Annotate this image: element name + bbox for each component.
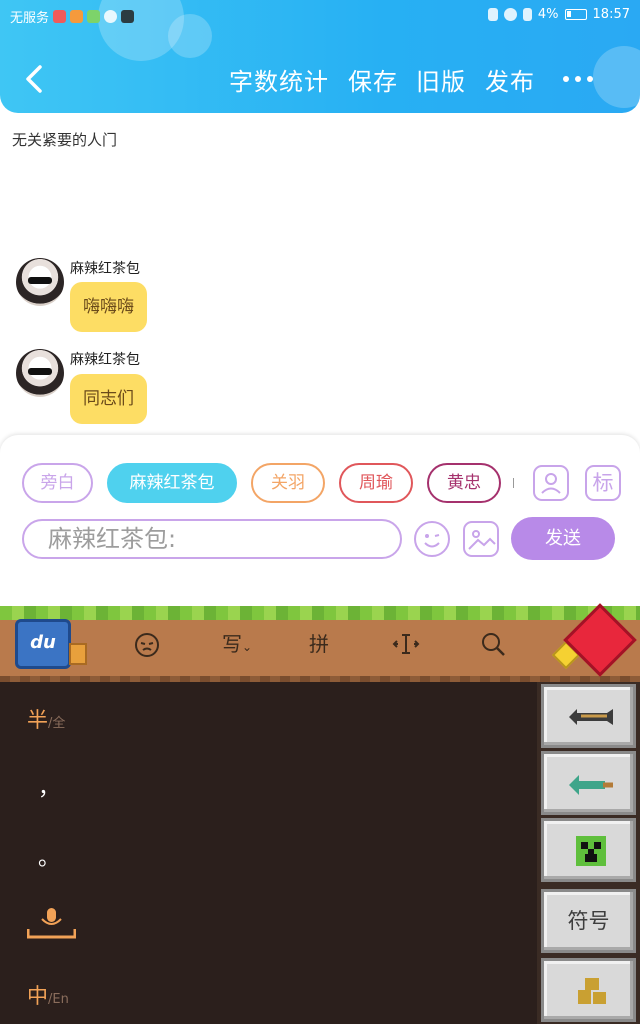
- keyboard-grass-decor: [0, 606, 640, 620]
- emoji-icon[interactable]: [414, 521, 450, 557]
- chevron-down-icon: ⌄: [242, 640, 253, 654]
- carrier-text: 无服务: [10, 11, 50, 26]
- handwriting-label: 写: [222, 632, 242, 656]
- emoji-creeper-key[interactable]: [541, 818, 636, 882]
- battery-icon: [564, 9, 587, 20]
- role-chip-active[interactable]: 麻辣红茶包: [107, 463, 237, 503]
- symbols-key[interactable]: 符号: [541, 889, 636, 953]
- arrow-enter-icon: [569, 775, 613, 795]
- microphone-icon[interactable]: [27, 907, 76, 939]
- message-bubble[interactable]: 同志们: [70, 374, 147, 424]
- chip-divider: [513, 478, 514, 488]
- sim-icon: [522, 8, 532, 21]
- tag-button[interactable]: 标: [585, 465, 621, 501]
- chinese-label: 中: [27, 984, 48, 1008]
- numbers-key[interactable]: [541, 958, 636, 1022]
- wifi-icon: [503, 8, 517, 21]
- period-key[interactable]: 。: [38, 840, 60, 872]
- avatar[interactable]: [16, 258, 64, 306]
- publish-button[interactable]: 发布: [485, 62, 535, 97]
- music-app-icon: [87, 10, 101, 23]
- back-arrow-icon[interactable]: [22, 64, 48, 94]
- language-toggle[interactable]: 中/En: [27, 980, 69, 1010]
- baidu-ime-logo[interactable]: du: [15, 619, 71, 669]
- avatar[interactable]: [16, 349, 64, 397]
- pinyin-button[interactable]: 拼: [309, 628, 329, 657]
- word-count-button[interactable]: 字数统计: [229, 62, 329, 97]
- half-full-width-toggle[interactable]: 半/全: [27, 704, 65, 734]
- message-bubble[interactable]: 嗨嗨嗨: [70, 282, 147, 332]
- role-chip-zhouyu[interactable]: 周瑜: [339, 463, 413, 503]
- message-input[interactable]: 麻辣红茶包:: [22, 519, 402, 559]
- search-icon[interactable]: [479, 630, 507, 658]
- role-manage-icon[interactable]: [533, 465, 569, 501]
- role-chip-narrator[interactable]: 旁白: [22, 463, 93, 503]
- app-notification-icon: [53, 10, 67, 23]
- creeper-icon: [576, 836, 606, 866]
- full-width-label: /全: [48, 716, 66, 731]
- role-chip-huangzhong[interactable]: 黄忠: [427, 463, 501, 503]
- english-label: /En: [48, 992, 69, 1007]
- send-button[interactable]: 发送: [511, 517, 615, 560]
- clock: 18:57: [592, 7, 630, 22]
- cursor-move-icon[interactable]: [392, 630, 420, 658]
- comma-key[interactable]: ，: [38, 770, 60, 802]
- wechat-icon: [104, 10, 118, 23]
- image-icon[interactable]: [463, 521, 499, 557]
- backspace-key[interactable]: [541, 684, 636, 748]
- story-title: 无关紧要的人门: [12, 131, 118, 149]
- vibrate-icon: [487, 8, 498, 21]
- keyboard-body: [0, 682, 537, 1024]
- old-version-button[interactable]: 旧版: [416, 62, 466, 97]
- logo-cube-decor: [69, 643, 87, 665]
- top-app-bar: 无服务 4% 18:57 字数统计 保存 旧版 发布: [0, 0, 640, 113]
- more-options-icon[interactable]: [563, 76, 593, 82]
- role-chip-guanyu[interactable]: 关羽: [251, 463, 325, 503]
- tiktok-icon: [121, 10, 135, 23]
- message-sender: 麻辣红茶包: [70, 261, 140, 277]
- number-blocks-icon: [578, 978, 606, 1004]
- battery-percent: 4%: [537, 7, 559, 22]
- half-width-label: 半: [27, 708, 48, 732]
- enter-key[interactable]: [541, 751, 636, 815]
- emoticon-icon[interactable]: [133, 631, 161, 659]
- message-sender: 麻辣红茶包: [70, 352, 140, 368]
- video-app-icon: [70, 10, 84, 23]
- decor-bubble: [593, 46, 640, 108]
- status-bar: 无服务 4% 18:57: [0, 0, 640, 30]
- save-button[interactable]: 保存: [348, 62, 398, 97]
- symbols-key-label: 符号: [567, 909, 610, 933]
- handwriting-button[interactable]: 写⌄: [222, 628, 252, 657]
- pickaxe-backspace-icon: [569, 709, 613, 725]
